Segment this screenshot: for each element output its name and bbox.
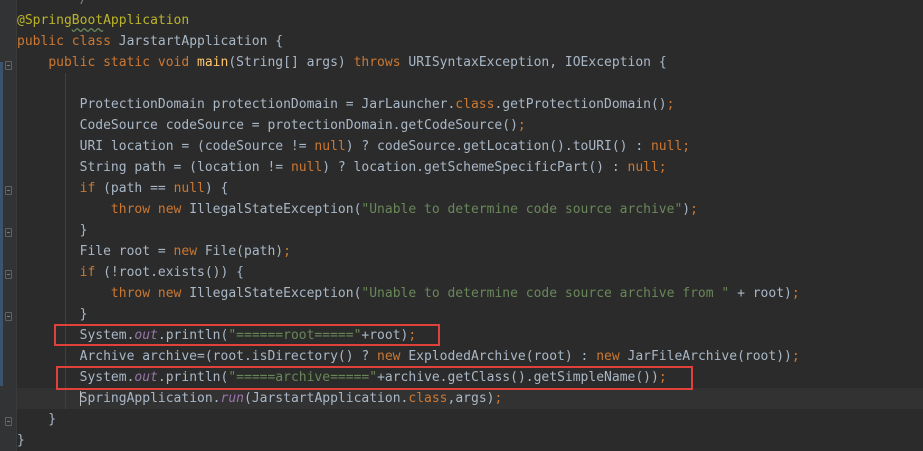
code-line[interactable]: URI location = (codeSource != null) ? co… xyxy=(17,136,923,157)
fold-icon[interactable] xyxy=(5,186,12,195)
code-line[interactable]: } xyxy=(17,430,923,451)
code-line[interactable]: throw new IllegalStateException("Unable … xyxy=(17,283,923,304)
code-lines[interactable]: */ @SpringBootApplication public class J… xyxy=(17,0,923,451)
code-line[interactable]: if (!root.exists()) { xyxy=(17,262,923,283)
code-line[interactable]: public class JarstartApplication { xyxy=(17,31,923,52)
code-line[interactable]: @SpringBootApplication xyxy=(17,10,923,31)
code-editor[interactable]: */ @SpringBootApplication public class J… xyxy=(0,0,923,451)
code-line[interactable] xyxy=(17,73,923,94)
code-line[interactable]: } xyxy=(17,220,923,241)
text-caret xyxy=(79,391,81,406)
code-line[interactable]: } xyxy=(17,409,923,430)
fold-icon[interactable] xyxy=(5,417,12,426)
code-line[interactable]: File root = new File(path); xyxy=(17,241,923,262)
fold-icon[interactable] xyxy=(5,61,12,70)
change-marker xyxy=(0,62,3,386)
code-line[interactable]: } xyxy=(17,304,923,325)
code-line[interactable]: ProtectionDomain protectionDomain = JarL… xyxy=(17,94,923,115)
code-line[interactable]: public static void main(String[] args) t… xyxy=(17,52,923,73)
code-line[interactable]: System.out.println("=====archive====="+a… xyxy=(17,367,923,388)
code-line[interactable]: if (path == null) { xyxy=(17,178,923,199)
fold-icon[interactable] xyxy=(5,228,12,237)
code-line[interactable]: Archive archive=(root.isDirectory() ? ne… xyxy=(17,346,923,367)
code-line[interactable]: String path = (location != null) ? locat… xyxy=(17,157,923,178)
code-line[interactable]: throw new IllegalStateException("Unable … xyxy=(17,199,923,220)
code-line[interactable]: System.out.println("======root====="+roo… xyxy=(17,325,923,346)
code-line-current[interactable]: SpringApplication.run(JarstartApplicatio… xyxy=(17,388,923,409)
code-line[interactable]: CodeSource codeSource = protectionDomain… xyxy=(17,115,923,136)
fold-icon[interactable] xyxy=(5,270,12,279)
fold-icon[interactable] xyxy=(5,312,12,321)
code-line[interactable]: */ xyxy=(17,0,923,10)
